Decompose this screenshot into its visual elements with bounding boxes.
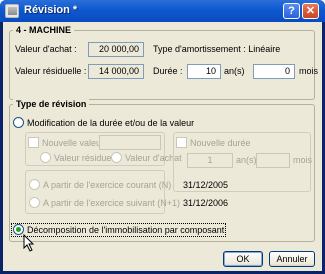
from-current-radio[interactable]: [29, 179, 40, 190]
app-icon: [5, 4, 19, 18]
dialog-body: 4 - MACHINE Valeur d'achat : 20 000,00 V…: [3, 22, 322, 271]
new-value-label: Nouvelle valeur: [42, 138, 105, 148]
new-value-checkbox[interactable]: [28, 137, 39, 148]
from-current-label: A partir de l'exercice courant (N): [43, 180, 172, 190]
cancel-button[interactable]: Annuler: [269, 251, 315, 267]
months-unit-label: mois: [299, 66, 319, 76]
duration-years-field[interactable]: 10: [187, 64, 221, 79]
ok-button[interactable]: OK: [223, 251, 263, 267]
help-button[interactable]: ?: [283, 3, 300, 19]
title-bar[interactable]: Révision * ? ✕: [0, 0, 325, 22]
from-next-date: 31/12/2006: [183, 198, 229, 208]
asset-group-title: 4 - MACHINE: [13, 25, 75, 35]
residual-value-field: 14 000,00: [88, 64, 144, 79]
revision-group-title: Type de révision: [13, 99, 90, 109]
new-value-field[interactable]: [99, 135, 161, 150]
purchase-value-label: Valeur d'achat :: [15, 44, 77, 54]
close-button[interactable]: ✕: [302, 3, 319, 19]
from-next-radio[interactable]: [29, 197, 40, 208]
new-duration-months-unit: mois: [293, 155, 313, 165]
from-next-label: A partir de l'exercice suivant (N+1): [43, 198, 181, 208]
new-duration-months-field[interactable]: [256, 153, 290, 168]
window-title: Révision *: [24, 4, 78, 16]
duration-months-field[interactable]: 0: [253, 64, 295, 79]
new-duration-years-unit: an(s): [236, 155, 257, 165]
depreciation-type-label: Type d'amortissement : Linéaire: [153, 44, 281, 54]
modify-option-label[interactable]: Modification de la durée et/ou de la val…: [27, 118, 194, 128]
duration-label: Durée :: [153, 66, 183, 76]
new-duration-label: Nouvelle durée: [190, 138, 251, 148]
years-unit-label: an(s): [224, 66, 245, 76]
decompose-option-label[interactable]: Décomposition de l'immobilisation par co…: [27, 225, 224, 235]
residual-value-label: Valeur résiduelle :: [15, 66, 87, 76]
mouse-cursor-icon: [23, 234, 35, 252]
from-current-date: 31/12/2005: [183, 180, 229, 190]
residual-value-radio[interactable]: [40, 152, 51, 163]
new-duration-years-field[interactable]: 1: [187, 153, 233, 168]
radio-selected-dot: [16, 227, 21, 232]
dialog-window: Révision * ? ✕ 4 - MACHINE Valeur d'acha…: [0, 0, 325, 274]
new-duration-checkbox[interactable]: [176, 137, 187, 148]
purchase-value-radio[interactable]: [111, 152, 122, 163]
purchase-value-field: 20 000,00: [88, 42, 144, 57]
modify-option-radio[interactable]: [13, 117, 24, 128]
